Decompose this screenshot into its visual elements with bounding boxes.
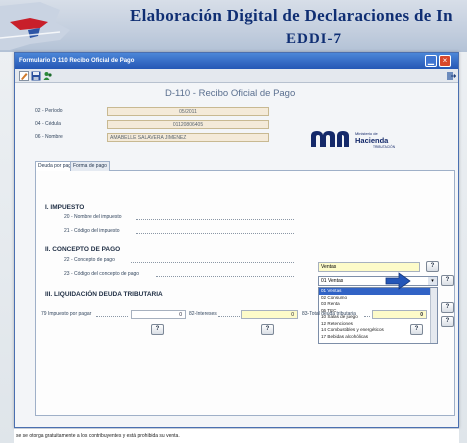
nombre-label: 06 - Nombre <box>35 134 63 140</box>
cedula-label: 04 - Cédula <box>35 121 61 127</box>
hacienda-logo: Ministerio de Hacienda TRIBUTACIÓN <box>311 131 396 149</box>
codigo-impuesto-select[interactable]: 01 Ventas ▾ <box>318 276 438 286</box>
total-deuda-label: 83-Total deuda tributaria <box>302 311 356 317</box>
help-button-79[interactable]: ? <box>151 324 164 335</box>
codigo-concepto-label: 23 - Código del concepto de pago <box>64 271 140 277</box>
periodo-label: 02 - Período <box>35 108 63 114</box>
nombre-field: AMABELLE SALAVERA JIMENEZ <box>107 133 269 142</box>
section-concepto-title: II. CONCEPTO DE PAGO <box>45 246 121 253</box>
logo-sub-text: TRIBUTACIÓN <box>373 144 396 149</box>
dotted-leader <box>136 233 294 234</box>
impuesto-por-pagar-field[interactable]: 0 <box>131 310 186 319</box>
help-icon: ? <box>414 326 419 332</box>
form-title: D-110 - Recibo Oficial de Pago <box>165 88 296 99</box>
window-title: Formulario D 110 Recibo Oficial de Pago <box>19 58 135 64</box>
periodo-field: 05/2011 <box>107 107 269 116</box>
concepto-pago-label: 22 - Concepto de pago <box>64 257 115 263</box>
minimize-button[interactable]: ▁ <box>425 55 437 67</box>
impuesto-por-pagar-label: 79 Impuesto por pagar <box>41 311 92 317</box>
next-arrow-icon[interactable] <box>385 272 411 290</box>
app-screen: Elaboración Digital de Declaraciones de … <box>0 0 467 443</box>
banner-subtitle: EDDI-7 <box>286 31 343 47</box>
save-icon[interactable] <box>31 71 41 81</box>
dotted-leader <box>136 219 294 220</box>
help-icon: ? <box>265 326 270 332</box>
help-icon: ? <box>155 326 160 332</box>
help-icon: ? <box>445 304 450 310</box>
dotted-leader <box>131 262 294 263</box>
dotted-leader <box>218 316 240 317</box>
help-icon: ? <box>445 318 450 324</box>
help-icon: ? <box>445 277 450 283</box>
chevron-down-icon[interactable]: ▾ <box>428 277 437 285</box>
app-banner: Elaboración Digital de Declaraciones de … <box>0 0 467 52</box>
dotted-leader <box>96 316 128 317</box>
tab-panel: I. IMPUESTO 20 - Nombre del impuesto Ven… <box>35 171 455 416</box>
total-deuda-field: 0 <box>372 310 427 319</box>
help-icon: ? <box>430 263 435 269</box>
window-titlebar: Formulario D 110 Recibo Oficial de Pago … <box>15 53 458 69</box>
help-button-82[interactable]: ? <box>261 324 274 335</box>
edit-icon[interactable] <box>19 71 29 81</box>
dotted-leader <box>364 316 370 317</box>
section-impuesto-title: I. IMPUESTO <box>45 204 85 211</box>
dropdown-scrollbar[interactable] <box>430 288 437 343</box>
window-toolbar <box>15 69 458 83</box>
section-liquidacion-title: III. LIQUIDACIÓN DEUDA TRIBUTARIA <box>45 291 163 298</box>
tab-bar: Deuda por pagar Forma de pago <box>35 161 455 171</box>
users-icon[interactable] <box>43 71 53 81</box>
banner-title: Elaboración Digital de Declaraciones de … <box>130 6 453 25</box>
close-button[interactable]: × <box>439 55 451 67</box>
help-button-23[interactable]: ? <box>441 316 454 327</box>
form-window: Formulario D 110 Recibo Oficial de Pago … <box>14 52 459 428</box>
logo-main-text: Hacienda <box>355 136 389 145</box>
help-button-20[interactable]: ? <box>426 261 439 272</box>
tab-forma-de-pago[interactable]: Forma de pago <box>70 161 110 171</box>
nombre-impuesto-label: 20 - Nombre del impuesto <box>64 214 122 220</box>
codigo-impuesto-label: 21 - Código del impuesto <box>64 228 120 234</box>
help-button-22[interactable]: ? <box>441 302 454 313</box>
intereses-label: 82-Intereses <box>189 311 217 317</box>
cedula-field: 01120806405 <box>107 120 269 129</box>
help-button-21[interactable]: ? <box>441 275 454 286</box>
nombre-impuesto-field: Ventas <box>318 262 420 272</box>
intereses-field: 0 <box>241 310 298 319</box>
close-icon: × <box>442 56 448 65</box>
country-map-graphic <box>0 2 70 50</box>
minimize-icon: ▁ <box>427 56 435 65</box>
exit-icon[interactable] <box>446 71 456 81</box>
help-button-83[interactable]: ? <box>410 324 423 335</box>
dotted-leader <box>156 276 294 277</box>
codigo-impuesto-value: 01 Ventas <box>321 278 344 284</box>
footer-note: se se otorga gratuitamente a los contrib… <box>14 428 459 443</box>
